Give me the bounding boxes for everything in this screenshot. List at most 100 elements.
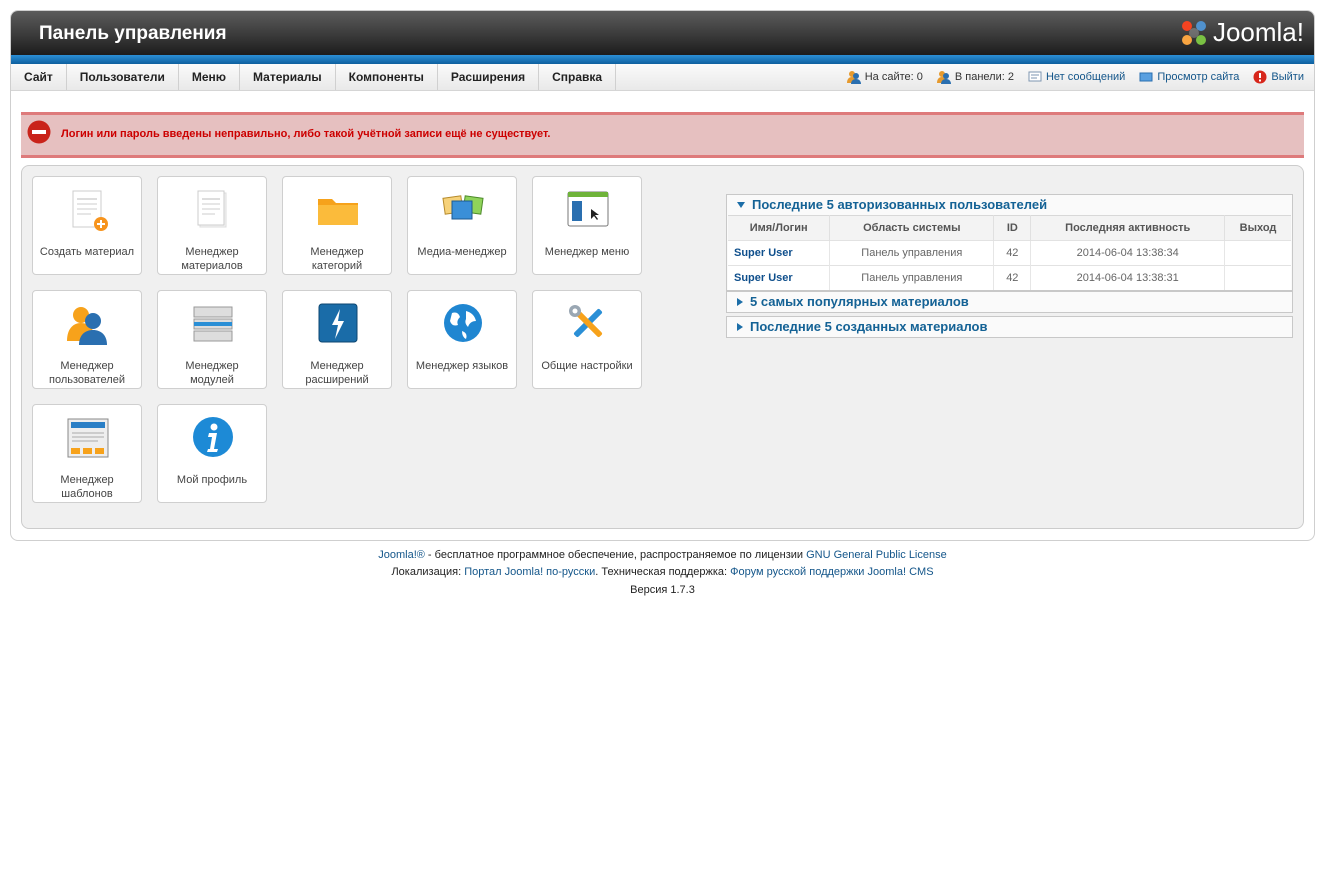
logged-users-table: Имя/Логин Область системы ID Последняя а… <box>728 215 1291 290</box>
logout-cell <box>1224 240 1291 266</box>
footer-text: . Техническая поддержка: <box>595 566 731 578</box>
column-header[interactable]: Имя/Логин <box>728 215 831 241</box>
cpanel: Создать материал Менеджер материалов Мен… <box>21 165 1304 529</box>
column-header[interactable]: Последняя активность <box>1030 215 1226 241</box>
table-header-row: Имя/Логин Область системы ID Последняя а… <box>728 215 1291 241</box>
quickicon-global-config[interactable]: Общие настройки <box>532 290 642 389</box>
forum-link[interactable]: Форум русской поддержки Joomla! CMS <box>730 566 933 578</box>
folder-icon <box>318 199 358 225</box>
logout-label: Выйти <box>1271 71 1304 83</box>
table-cell: Панель управления <box>829 240 995 266</box>
quickicon-language-manager[interactable]: Менеджер языков <box>407 290 517 389</box>
status-bar: На сайте: 0 В панели: 2 Нет сообщений Пр… <box>846 64 1304 90</box>
module-title: Последние 5 созданных материалов <box>750 319 988 334</box>
quickicon-article-manager[interactable]: Менеджер материалов <box>157 176 267 275</box>
joomla-logo: Joomla! <box>1179 17 1304 48</box>
latest-articles-module: Последние 5 созданных материалов <box>726 316 1293 338</box>
portal-link[interactable]: Портал Joomla! по-русски <box>464 566 595 578</box>
logout-cell <box>1224 265 1291 290</box>
table-row: Super User Панель управления 42 2014-06-… <box>728 240 1291 266</box>
table-cell: 2014-06-04 13:38:34 <box>1030 240 1226 266</box>
table-cell: Панель управления <box>829 265 995 290</box>
info-icon <box>193 417 233 457</box>
column-header[interactable]: ID <box>993 215 1032 241</box>
quickicon-media-manager[interactable]: Медиа-менеджер <box>407 176 517 275</box>
header: Панель управления Joomla! <box>11 11 1314 55</box>
template-icon <box>67 418 109 458</box>
view-site-label: Просмотр сайта <box>1157 71 1240 83</box>
users-icon <box>67 307 107 345</box>
quickicon-label: Менеджер материалов <box>181 246 243 272</box>
gpl-link[interactable]: GNU General Public License <box>806 549 947 561</box>
menu-item-users[interactable]: Пользователи <box>67 64 179 90</box>
module-title: Последние 5 авторизованных пользователей <box>752 197 1048 212</box>
menu-item-menus[interactable]: Меню <box>179 64 241 90</box>
popular-articles-toggle[interactable]: 5 самых популярных материалов <box>727 292 1292 312</box>
on-site-count: На сайте: 0 <box>864 71 923 83</box>
menu-item-help[interactable]: Справка <box>539 64 617 90</box>
page-title: Панель управления <box>39 23 227 44</box>
quickicon-label: Мой профиль <box>176 474 248 486</box>
alert-message: Логин или пароль введены неправильно, ли… <box>61 128 551 140</box>
status-on-site: На сайте: 0 <box>846 70 923 84</box>
view-site-link[interactable]: Просмотр сайта <box>1139 71 1239 83</box>
tools-icon <box>569 305 603 338</box>
extensions-icon <box>318 303 358 343</box>
column-header[interactable]: Выход <box>1224 215 1291 241</box>
logged-users-toggle[interactable]: Последние 5 авторизованных пользователей <box>727 195 1292 215</box>
quickicon-label: Менеджер категорий <box>310 246 364 272</box>
menu-bar: Сайт Пользователи Меню Материалы Компоне… <box>11 64 1314 91</box>
joomla-logo-icon <box>1181 20 1206 45</box>
message-icon <box>1028 71 1042 82</box>
collapse-arrow-icon <box>737 323 743 331</box>
quickicon-module-manager[interactable]: Менеджер модулей <box>157 290 267 389</box>
quickicon-my-profile[interactable]: Мой профиль <box>157 404 267 503</box>
article-add-icon <box>72 190 108 231</box>
table-row: Super User Панель управления 42 2014-06-… <box>728 265 1291 290</box>
quickicon-label: Менеджер модулей <box>185 360 239 386</box>
globe-icon <box>444 304 482 342</box>
media-icon <box>442 195 484 220</box>
quickicon-label: Менеджер шаблонов <box>60 474 114 500</box>
footer-line-localization: Локализация: Портал Joomla! по-русски. Т… <box>0 566 1325 578</box>
user-name-link[interactable]: Super User <box>728 240 831 266</box>
quickicon-label: Создать материал <box>39 246 135 258</box>
logged-users-module: Последние 5 авторизованных пользователей… <box>726 194 1293 291</box>
messages-link[interactable]: Нет сообщений <box>1028 71 1125 83</box>
user-name-link[interactable]: Super User <box>728 265 831 290</box>
quickicon-add-article[interactable]: Создать материал <box>32 176 142 275</box>
column-header[interactable]: Область системы <box>829 215 995 241</box>
quickicon-label: Менеджер пользователей <box>49 360 125 386</box>
menu-item-extensions[interactable]: Расширения <box>438 64 540 90</box>
article-icon <box>197 190 227 228</box>
menu-item-components[interactable]: Компоненты <box>336 64 438 90</box>
logout-link[interactable]: Выйти <box>1253 70 1304 84</box>
footer-version: Версия 1.7.3 <box>630 584 695 596</box>
user-icon <box>846 71 861 84</box>
header-band <box>11 55 1314 64</box>
monitor-icon <box>1139 72 1153 82</box>
table-cell: 2014-06-04 13:38:31 <box>1030 265 1226 290</box>
collapse-arrow-icon <box>737 298 743 306</box>
menu-icon <box>567 191 609 227</box>
quickicon-user-manager[interactable]: Менеджер пользователей <box>32 290 142 389</box>
joomla-link[interactable]: Joomla!® <box>378 549 425 561</box>
footer-text: Локализация: <box>391 566 465 578</box>
admin-frame: Панель управления Joomla! Сайт Пользоват… <box>10 10 1315 541</box>
error-alert: Логин или пароль введены неправильно, ли… <box>21 112 1304 158</box>
table-cell: 42 <box>993 240 1032 266</box>
quickicon-category-manager[interactable]: Менеджер категорий <box>282 176 392 275</box>
status-in-panel: В панели: 2 <box>936 70 1014 84</box>
quickicon-template-manager[interactable]: Менеджер шаблонов <box>32 404 142 503</box>
quickicon-label: Медиа-менеджер <box>417 246 507 258</box>
quickicon-label: Менеджер меню <box>544 246 630 258</box>
menu-item-site[interactable]: Сайт <box>11 64 67 90</box>
latest-articles-toggle[interactable]: Последние 5 созданных материалов <box>727 317 1292 337</box>
modules-icon <box>193 306 233 342</box>
quickicon-extension-manager[interactable]: Менеджер расширений <box>282 290 392 389</box>
logout-icon <box>1253 70 1267 84</box>
quickicon-menu-manager[interactable]: Менеджер меню <box>532 176 642 275</box>
footer-line-license: Joomla!® - бесплатное программное обеспе… <box>0 549 1325 561</box>
menu-item-content[interactable]: Материалы <box>240 64 336 90</box>
user-icon <box>936 71 951 84</box>
